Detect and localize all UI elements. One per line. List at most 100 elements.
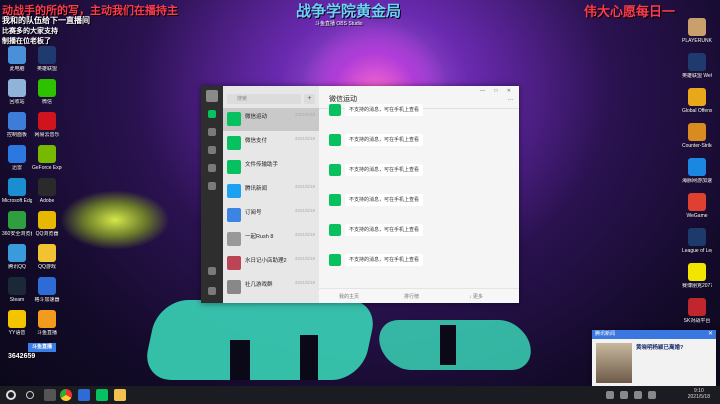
- message-avatar[interactable]: [329, 224, 341, 236]
- desktop-icon-label: 控制面板: [6, 132, 27, 138]
- menu-icon[interactable]: [208, 287, 216, 295]
- user-avatar[interactable]: [206, 90, 218, 102]
- desktop-icon[interactable]: PLAYERUNKNOWN'S BATTLEGROUNDS: [682, 18, 712, 44]
- message-bubble[interactable]: 不支持的消息，可在手机上查看: [345, 224, 424, 236]
- files-icon[interactable]: [208, 164, 216, 172]
- desktop-icon[interactable]: 360安全浏览器: [2, 211, 32, 237]
- notification-image[interactable]: [596, 343, 632, 383]
- desktop-icon[interactable]: Counter-Strike: [682, 123, 712, 149]
- chat-list-item[interactable]: 文件传输助手: [223, 156, 319, 179]
- tray-icon[interactable]: [648, 391, 656, 399]
- desktop-icon[interactable]: QQ游戏: [32, 244, 62, 270]
- desktop-icon[interactable]: 英雄联盟 WeGame版: [682, 53, 712, 79]
- wechat-window[interactable]: 搜索 + 微信运动 2021/5/18 微信支付 2021/5/18 文件传输助手 腾讯新…: [201, 86, 519, 303]
- desktop-icon[interactable]: 格斗加速器: [32, 277, 62, 303]
- tray-icon[interactable]: [634, 391, 642, 399]
- chat-avatar: [227, 208, 241, 222]
- desktop-icon[interactable]: Microsoft Edge: [2, 178, 32, 204]
- tray-icon[interactable]: [606, 391, 614, 399]
- chat-name: 订阅号: [245, 210, 262, 216]
- message-bubble[interactable]: 不支持的消息，可在手机上查看: [345, 134, 424, 146]
- chat-list-item[interactable]: 社几游戏群 2021/5/18: [223, 276, 319, 299]
- window-controls[interactable]: — □ ✕: [480, 88, 515, 94]
- app-icon: [38, 178, 56, 196]
- chat-list-item[interactable]: 微信支付 2021/5/18: [223, 132, 319, 155]
- desktop-icon[interactable]: 此电脑: [2, 46, 32, 72]
- desktop-icon[interactable]: QQ浏览器: [32, 211, 62, 237]
- desktop-icon[interactable]: 微信: [32, 79, 62, 105]
- footer-more[interactable]: ↓ 更多: [469, 293, 483, 300]
- chat-list-item[interactable]: 一起Rush 8 2021/5/18: [223, 228, 319, 251]
- app-icon: [688, 298, 706, 316]
- notification-title[interactable]: 黄晓明杨颖已离婚?: [636, 343, 683, 351]
- message-bubble[interactable]: 不支持的消息，可在手机上查看: [345, 194, 424, 206]
- close-icon[interactable]: ✕: [708, 330, 713, 339]
- desktop-icon[interactable]: League of Legends: [682, 228, 712, 254]
- desktop-icon-label: SK对战平台: [683, 318, 711, 324]
- chat-avatar: [227, 136, 241, 150]
- desktop-icon[interactable]: GeForce Experience: [32, 145, 62, 171]
- chat-time: 2021/5/18: [294, 136, 315, 141]
- desktop-icon-label: 网易云音乐: [34, 132, 60, 138]
- desktop-icon[interactable]: Steam: [2, 277, 32, 303]
- taskbar: 9:10 2021/5/18: [0, 386, 720, 404]
- footer-ranking[interactable]: 排行榜: [404, 293, 419, 300]
- phone-icon[interactable]: [208, 267, 216, 275]
- footer-my-page[interactable]: 我的主页: [339, 293, 359, 300]
- contacts-icon[interactable]: [208, 128, 216, 136]
- desktop-icon[interactable]: SK对战平台: [682, 298, 712, 324]
- chat-panel: — □ ✕ 微信运动 ... 不支持的消息，可在手机上查看 不支持的消息，可在手机…: [319, 86, 519, 303]
- app-icon: [8, 310, 26, 328]
- chat-list-item[interactable]: 订阅号 2021/5/18: [223, 204, 319, 227]
- desktop-icon[interactable]: 海豚网游加速器5.0: [682, 158, 712, 184]
- desktop-icon[interactable]: 控制面板: [2, 112, 32, 138]
- chat-list-item[interactable]: 腾讯新闻 2021/5/18: [223, 180, 319, 203]
- task-view-icon[interactable]: [44, 389, 56, 401]
- desktop-icon-label: 迅雷: [11, 165, 22, 171]
- desktop-icon-label: GeForce Experience: [32, 165, 62, 171]
- wechat-taskbar-icon[interactable]: [96, 389, 108, 401]
- add-chat-button[interactable]: +: [304, 94, 315, 104]
- desktop-icon[interactable]: 赛博朋克2077: [682, 263, 712, 289]
- message-avatar[interactable]: [329, 104, 341, 116]
- desktop-icon[interactable]: Adobe: [32, 178, 62, 204]
- clock[interactable]: 9:10 2021/5/18: [688, 388, 710, 400]
- desktop-icon[interactable]: YY语音: [2, 310, 32, 336]
- message-avatar[interactable]: [329, 194, 341, 206]
- chrome-icon[interactable]: [60, 389, 72, 401]
- message-bubble[interactable]: 不支持的消息，可在手机上查看: [345, 164, 424, 176]
- desktop-icon[interactable]: Global Offensive: [682, 88, 712, 114]
- message-avatar[interactable]: [329, 254, 341, 266]
- app-icon: [688, 18, 706, 36]
- desktop-icon[interactable]: 网易云音乐: [32, 112, 62, 138]
- chat-time: 2021/5/18: [294, 256, 315, 261]
- tray-icon[interactable]: [620, 391, 628, 399]
- message-avatar[interactable]: [329, 134, 341, 146]
- app-icon[interactable]: [78, 389, 90, 401]
- chat-icon[interactable]: [208, 110, 216, 118]
- start-button-icon[interactable]: [6, 390, 16, 400]
- desktop-icon[interactable]: 回收站: [2, 79, 32, 105]
- folder-icon[interactable]: [114, 389, 126, 401]
- message-avatar[interactable]: [329, 164, 341, 176]
- chat-list-item[interactable]: 微信运动 2021/5/18: [223, 108, 319, 131]
- desktop-icon[interactable]: 斗鱼直播: [32, 310, 62, 336]
- desktop-icon[interactable]: 迅雷: [2, 145, 32, 171]
- app-icon: [38, 145, 56, 163]
- more-options-icon[interactable]: ...: [508, 96, 513, 102]
- search-icon[interactable]: [26, 391, 34, 399]
- chat-list-item[interactable]: 水日记小店助理2 2021/5/18: [223, 252, 319, 275]
- desktop-icon[interactable]: 腾讯QQ: [2, 244, 32, 270]
- message-bubble[interactable]: 不支持的消息，可在手机上查看: [345, 104, 424, 116]
- desktop-icon[interactable]: 英雄联盟: [32, 46, 62, 72]
- desktop-icon[interactable]: WeGame: [682, 193, 712, 219]
- message-bubble[interactable]: 不支持的消息，可在手机上查看: [345, 254, 424, 266]
- chat-avatar: [227, 160, 241, 174]
- news-notification[interactable]: 腾讯新闻 ✕ 黄晓明杨颖已离婚?: [592, 330, 716, 386]
- moments-icon[interactable]: [208, 182, 216, 190]
- search-input[interactable]: 搜索: [227, 94, 301, 104]
- favorites-icon[interactable]: [208, 146, 216, 154]
- app-icon: [8, 277, 26, 295]
- chat-time: 2021/5/18: [294, 232, 315, 237]
- app-icon: [688, 158, 706, 176]
